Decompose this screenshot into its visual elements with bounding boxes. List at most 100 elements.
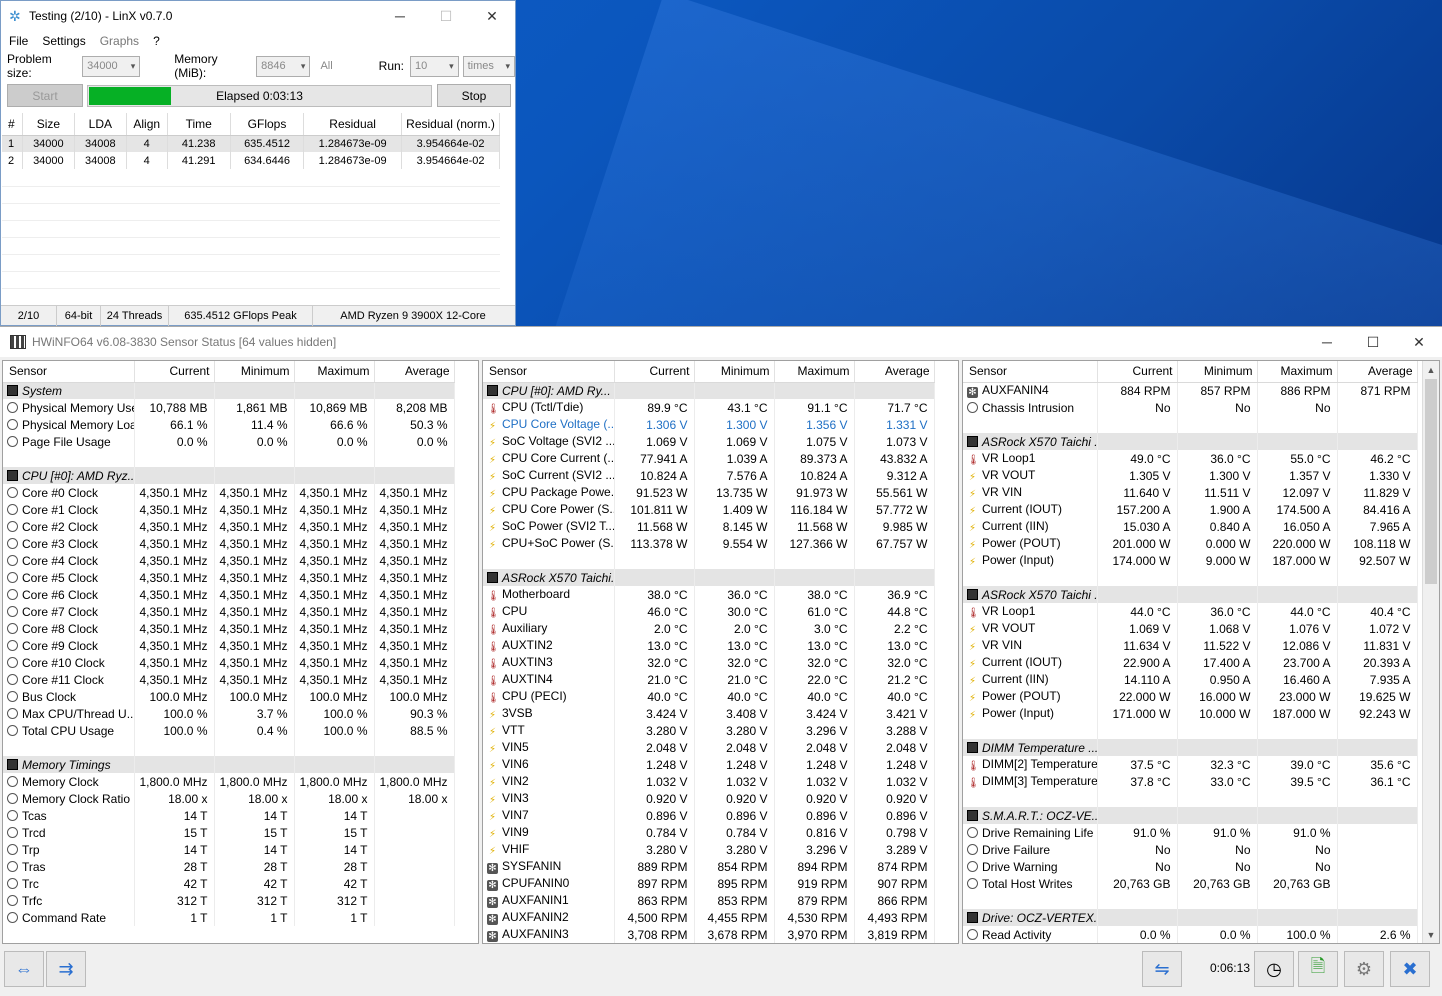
col-gflops[interactable]: GFlops [230,113,305,136]
sensor-row[interactable]: Trc 42 T 42 T 42 T [3,875,455,892]
col-size[interactable]: Size [22,113,75,136]
sensor-row[interactable]: 🌡 DIMM[3] Temperature 37.8 °C 33.0 °C 39.5 °… [963,773,1418,790]
col-average[interactable]: Average [854,361,935,383]
sensor-row[interactable]: Core #3 Clock 4,350.1 MHz 4,350.1 MHz 4,350… [3,535,455,552]
sensor-row[interactable]: ⚡ Power (Input) 174.000 W 9.000 W 187.000 W9… [963,552,1418,569]
sensor-row[interactable]: ⚡ Current (IOUT) 157.200 A 1.900 A 174.500 A… [963,501,1418,518]
table-row[interactable]: 2 34000 34008 4 41.291 634.6446 1.284673… [2,152,500,169]
sensor-group-header[interactable]: Drive: OCZ-VERTEX... [963,909,1418,926]
col-minimum[interactable]: Minimum [214,361,295,383]
sensor-row[interactable]: Bus Clock 100.0 MHz 100.0 MHz 100.0 MHz 100.… [3,688,455,705]
sensor-row[interactable]: 🌡 AUXTIN4 21.0 °C 21.0 °C 22.0 °C 21.2 °C [483,671,935,688]
sensor-row[interactable]: Command Rate 1 T1 T1 T [3,909,455,926]
sensor-group-header[interactable]: DIMM Temperature ... [963,739,1418,756]
problem-size-combo[interactable]: 34000 ▾ [82,55,141,77]
sensor-row[interactable]: ⚡ VR VIN 11.640 V 11.511 V 12.097 V 11.829 V [963,484,1418,501]
sensor-row[interactable]: Core #8 Clock 4,350.1 MHz 4,350.1 MHz 4,350… [3,620,455,637]
sensor-row[interactable]: ⚡ SoC Voltage (SVI2 ... 1.069 V 1.069 V 1.07… [483,433,935,450]
col-residual-norm[interactable]: Residual (norm.) [401,113,500,136]
sensor-row[interactable]: Tcas 14 T 14 T 14 T [3,807,455,824]
sensor-group-header[interactable]: CPU [#0]: AMD Ryz... [3,467,455,484]
sensor-row[interactable]: 🌡 Motherboard 38.0 °C 36.0 °C 38.0 °C 36.9 °C [483,586,935,603]
sensor-row[interactable]: ⚡ CPU Core Current (... 77.941 A 1.039 A 89.… [483,450,935,467]
menu-file[interactable]: File [9,34,28,48]
sensor-row[interactable]: ✻ AUXFANIN2 4,500 RPM 4,455 RPM 4,530 RPM 4,4… [483,909,935,926]
sensor-group-header[interactable]: CPU [#0]: AMD Ry... [483,382,935,399]
sensor-row[interactable]: ⚡ VR VOUT 1.305 V 1.300 V 1.357 V 1.330 V [963,467,1418,484]
sensor-row[interactable]: ⚡ SoC Current (SVI2 ... 10.824 A 7.576 A 10.… [483,467,935,484]
sensor-row[interactable]: ⚡ VIN5 2.048 V 2.048 V 2.048 V 2.048 V [483,739,935,756]
sensor-row[interactable]: Core #4 Clock 4,350.1 MHz 4,350.1 MHz 4,350… [3,552,455,569]
scroll-up-icon[interactable]: ▲ [1423,361,1439,378]
run-unit-combo[interactable]: times ▾ [462,55,515,77]
sensor-row[interactable]: ⚡ CPU+SoC Power (S... 113.378 W 9.554 W 127.… [483,535,935,552]
sensor-row[interactable]: Read Activity 0.0 % 0.0 % 100.0 % 2.6 % [963,926,1418,943]
col-maximum[interactable]: Maximum [294,361,375,383]
settings-gear-icon[interactable]: ⚙ [1344,951,1384,987]
sensor-row[interactable]: Core #6 Clock 4,350.1 MHz 4,350.1 MHz 4,350… [3,586,455,603]
sensor-row[interactable]: Page File Usage 0.0 % 0.0 % 0.0 % 0.0 % [3,433,455,450]
sensor-row[interactable]: Core #0 Clock 4,350.1 MHz 4,350.1 MHz 4,350… [3,484,455,501]
close-button[interactable]: ✕ [469,1,515,31]
sensor-row[interactable]: ⚡ CPU Core Voltage (... 1.306 V 1.300 V 1.35… [483,416,935,433]
sensor-row[interactable]: Trfc 312 T 312 T 312 T [3,892,455,909]
col-residual[interactable]: Residual [303,113,403,136]
sensor-row[interactable]: ⚡ Current (IIN) 15.030 A 0.840 A 16.050 A 7.9… [963,518,1418,535]
sensor-row[interactable]: 🌡 Auxiliary 2.0 °C 2.0 °C 3.0 °C 2.2 °C [483,620,935,637]
sensor-row[interactable]: ⚡ VR VIN 11.634 V 11.522 V 12.086 V 11.831 V [963,637,1418,654]
col-maximum[interactable]: Maximum [1257,361,1338,383]
menu-settings[interactable]: Settings [42,34,85,48]
sensor-row[interactable]: ⚡ CPU Core Power (S... 101.811 W 1.409 W 116… [483,501,935,518]
sensor-row[interactable]: Memory Clock 1,800.0 MHz 1,800.0 MHz 1,800.… [3,773,455,790]
memory-combo[interactable]: 8846 ▾ [256,55,311,77]
all-checkbox-label[interactable]: All [320,60,332,72]
sensor-row[interactable]: ✻ AUXFANIN3 3,708 RPM 3,678 RPM 3,970 RPM 3,8… [483,926,935,943]
sensor-row[interactable]: ⚡ CPU Package Powe... 91.523 W 13.735 W 91.9… [483,484,935,501]
minimize-button[interactable]: ─ [377,1,423,31]
col-maximum[interactable]: Maximum [774,361,855,383]
sensor-row[interactable]: Trp 14 T 14 T 14 T [3,841,455,858]
sensor-group-header[interactable]: S.M.A.R.T.: OCZ-VE... [963,807,1418,824]
sensor-row[interactable]: Core #7 Clock 4,350.1 MHz 4,350.1 MHz 4,350… [3,603,455,620]
sensor-row[interactable]: 🌡 CPU (PECI) 40.0 °C 40.0 °C 40.0 °C 40.0 °C [483,688,935,705]
col-current[interactable]: Current [134,361,215,383]
col-sensor[interactable]: Sensor [483,361,615,383]
sensor-row[interactable]: ⚡ VIN9 0.784 V 0.784 V 0.816 V 0.798 V [483,824,935,841]
sensor-row[interactable]: ⚡ VR VOUT 1.069 V 1.068 V 1.076 V 1.072 V [963,620,1418,637]
sensor-row[interactable]: ⚡ VIN2 1.032 V 1.032 V 1.032 V 1.032 V [483,773,935,790]
sensor-row[interactable]: Core #1 Clock 4,350.1 MHz 4,350.1 MHz 4,350… [3,501,455,518]
clock-icon[interactable]: ◷ [1254,951,1294,987]
col-sensor[interactable]: Sensor [3,361,135,383]
sensor-row[interactable]: ⚡ VIN7 0.896 V 0.896 V 0.896 V 0.896 V [483,807,935,824]
minimize-button[interactable]: ─ [1304,327,1350,357]
sensor-row[interactable]: 🌡 VR Loop1 44.0 °C 36.0 °C 44.0 °C 40.4 °C [963,603,1418,620]
col-sensor[interactable]: Sensor [963,361,1098,383]
col-lda[interactable]: LDA [74,113,127,136]
sensor-row[interactable]: ✻ SYSFANIN 889 RPM 854 RPM 894 RPM 874 RPM [483,858,935,875]
col-minimum[interactable]: Minimum [1177,361,1258,383]
sensor-row[interactable]: Memory Clock Ratio 18.00 x 18.00 x 18.00 x1… [3,790,455,807]
scroll-down-icon[interactable]: ▼ [1423,926,1439,943]
table-row[interactable]: 1 34000 34008 4 41.238 635.4512 1.284673… [2,135,500,152]
sensor-row[interactable]: 🌡 AUXTIN2 13.0 °C 13.0 °C 13.0 °C 13.0 °C [483,637,935,654]
sensor-row[interactable]: Total Host Writes 20,763 GB 20,763 GB 20,76… [963,875,1418,892]
sensor-row[interactable]: Total CPU Usage 100.0 % 0.4 % 100.0 % 88.5 % [3,722,455,739]
sensor-row[interactable]: 🌡 CPU (Tctl/Tdie) 89.9 °C 43.1 °C 91.1 °C 71.… [483,399,935,416]
sensor-row[interactable]: 🌡 DIMM[2] Temperature 37.5 °C 32.3 °C 39.0 °… [963,756,1418,773]
sensor-row[interactable]: Drive Warning No No No [963,858,1418,875]
sensor-row[interactable]: ✻ AUXFANIN1 863 RPM 853 RPM 879 RPM 866 RPM [483,892,935,909]
sensor-row[interactable]: Trcd 15 T 15 T 15 T [3,824,455,841]
col-average[interactable]: Average [1337,361,1418,383]
sensor-row[interactable]: Physical Memory Load 66.1 % 11.4 % 66.6 % 50… [3,416,455,433]
sensor-row[interactable]: 🌡 CPU 46.0 °C 30.0 °C 61.0 °C 44.8 °C [483,603,935,620]
menu-graphs[interactable]: Graphs [100,34,139,48]
sensor-row[interactable]: ⚡ Power (POUT) 201.000 W 0.000 W 220.000 W 10… [963,535,1418,552]
sensor-row[interactable]: Core #11 Clock 4,350.1 MHz 4,350.1 MHz 4,35… [3,671,455,688]
sensor-row[interactable]: 🌡 VR Loop1 49.0 °C 36.0 °C 55.0 °C 46.2 °C [963,450,1418,467]
sensor-group-header[interactable]: ASRock X570 Taichi ... [963,586,1418,603]
sensor-row[interactable]: Drive Failure No No No [963,841,1418,858]
sensor-row[interactable]: Max CPU/Thread U... 100.0 % 3.7 % 100.0 % 90… [3,705,455,722]
sensor-row[interactable]: Core #9 Clock 4,350.1 MHz 4,350.1 MHz 4,350… [3,637,455,654]
sensor-row[interactable]: Core #10 Clock 4,350.1 MHz 4,350.1 MHz 4,35… [3,654,455,671]
sensor-row[interactable]: ⚡ SoC Power (SVI2 T... 11.568 W 8.145 W 11.5… [483,518,935,535]
